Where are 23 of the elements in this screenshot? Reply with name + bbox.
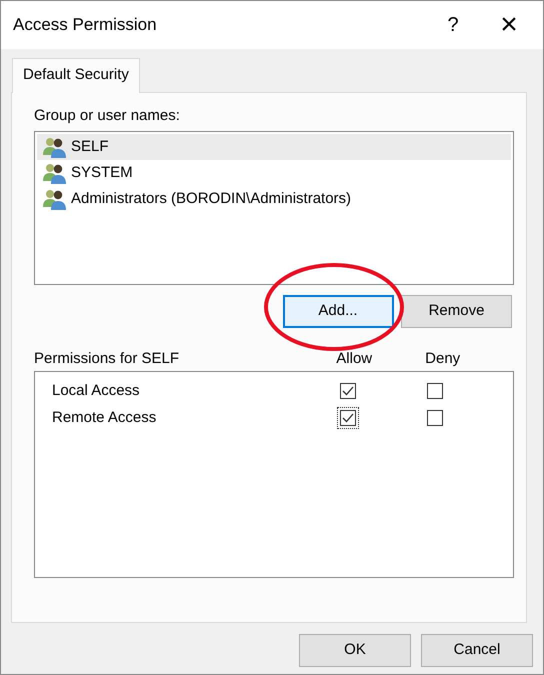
column-header: Allow — [336, 349, 374, 369]
users-icon — [43, 162, 67, 184]
permission-name: Remote Access — [52, 408, 158, 428]
ok-button[interactable]: OK — [299, 634, 411, 666]
users-icon — [43, 188, 67, 210]
permissions-label: Permissions for SELF — [34, 349, 180, 369]
add-button[interactable]: Add... — [282, 295, 394, 328]
tab[interactable]: Default Security — [12, 58, 140, 92]
remove-button[interactable]: Remove — [401, 295, 512, 328]
help-button[interactable]: ? — [425, 9, 481, 41]
checkbox[interactable] — [426, 383, 443, 399]
permission-name: Local Access — [52, 380, 141, 401]
column-header: Deny — [425, 349, 462, 369]
list-label: Group or user names: — [34, 106, 180, 126]
users-icon — [43, 136, 67, 158]
cancel-button[interactable]: Cancel — [421, 634, 533, 666]
checkbox[interactable] — [426, 410, 443, 426]
checkbox[interactable] — [340, 383, 356, 399]
user-item[interactable]: Administrators (BORODIN\Administrators) — [37, 186, 511, 212]
user-item[interactable]: SYSTEM — [37, 160, 511, 186]
user-item[interactable]: SELF — [37, 134, 511, 160]
window-title: Access Permission — [13, 14, 158, 36]
close-button[interactable]: × — [481, 9, 537, 41]
